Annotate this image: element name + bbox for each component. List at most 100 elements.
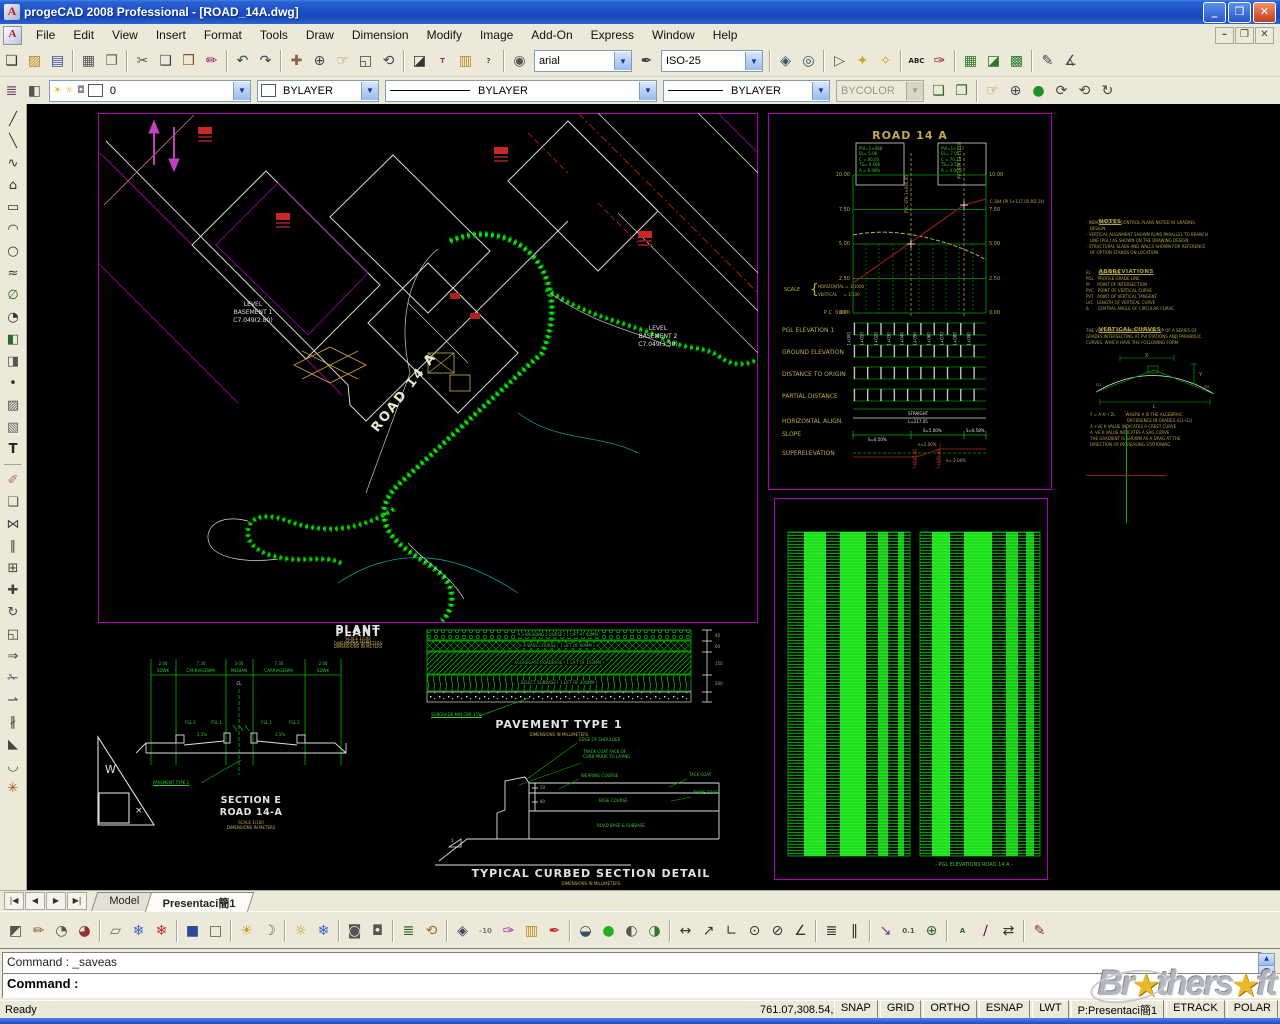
wall-edit-icon[interactable]: ▩ bbox=[1005, 50, 1028, 72]
image-frame-icon[interactable]: ▥ bbox=[520, 920, 543, 942]
copy-object-icon[interactable]: ❏ bbox=[2, 491, 24, 513]
rectangle-icon[interactable]: ▭ bbox=[2, 196, 24, 218]
zoom-previous-icon[interactable]: ⟲ bbox=[377, 50, 400, 72]
tab-presentacion1[interactable]: Presentaci簡1 bbox=[145, 892, 254, 912]
image-attach-icon[interactable]: ◈ bbox=[451, 920, 474, 942]
minimize-button[interactable]: _ bbox=[1203, 2, 1226, 23]
save-icon[interactable]: ▤ bbox=[46, 50, 69, 72]
mirror-icon[interactable]: ⋈ bbox=[2, 513, 24, 535]
erase-icon[interactable]: ✐ bbox=[2, 469, 24, 491]
format-painter-icon[interactable]: ✏ bbox=[200, 50, 223, 72]
menu-item-draw[interactable]: Draw bbox=[297, 25, 343, 45]
menu-item-format[interactable]: Format bbox=[195, 25, 251, 45]
dim-radius-icon[interactable]: ⊙ bbox=[743, 920, 766, 942]
chevron-down-icon[interactable]: ▼ bbox=[361, 82, 378, 100]
pan-realtime-icon[interactable]: ✚ bbox=[285, 50, 308, 72]
line-icon[interactable]: ╱ bbox=[2, 108, 24, 130]
last-tab-button[interactable]: ▶| bbox=[67, 892, 87, 910]
insert-block-icon[interactable]: ◧ bbox=[2, 328, 24, 350]
menu-item-edit[interactable]: Edit bbox=[64, 25, 103, 45]
mult-freeze-icon[interactable]: ❄ bbox=[150, 920, 173, 942]
next-tab-button[interactable]: ▶ bbox=[46, 892, 66, 910]
menu-item-insert[interactable]: Insert bbox=[147, 25, 195, 45]
layer-walk-icon[interactable]: ◕ bbox=[73, 920, 96, 942]
chevron-down-icon[interactable]: ▼ bbox=[812, 82, 829, 100]
copy-nested-icon[interactable]: ◐ bbox=[620, 920, 643, 942]
layer-combo[interactable]: ☀ ☼ ◘ 0 ▼ bbox=[49, 80, 251, 102]
polygon-icon[interactable]: ⌂ bbox=[2, 174, 24, 196]
dim-ordinate-icon[interactable]: ∟ bbox=[720, 920, 743, 942]
make-block-icon[interactable]: ◨ bbox=[2, 350, 24, 372]
command-history[interactable]: Command : _saveas bbox=[2, 952, 1262, 973]
document-icon[interactable]: A bbox=[3, 26, 22, 45]
ray-icon[interactable]: ╲ bbox=[2, 130, 24, 152]
rotate-z-icon[interactable]: ↻ bbox=[1096, 80, 1119, 102]
explode-icon[interactable]: ✳ bbox=[2, 777, 24, 799]
array-icon[interactable]: ⊞ bbox=[2, 557, 24, 579]
image-adjust-icon[interactable]: -10 bbox=[474, 920, 497, 942]
first-tab-button[interactable]: |◀ bbox=[4, 892, 24, 910]
rotate-y-icon[interactable]: ⟲ bbox=[1073, 80, 1096, 102]
redline-icon[interactable]: ✒ bbox=[543, 920, 566, 942]
menu-item-help[interactable]: Help bbox=[704, 25, 747, 45]
light-list-icon[interactable]: ✧ bbox=[874, 50, 897, 72]
measure-icon[interactable]: ∡ bbox=[1059, 50, 1082, 72]
freeze-all-icon[interactable]: ❄ bbox=[312, 920, 335, 942]
arc-icon[interactable]: ◠ bbox=[2, 218, 24, 240]
copy-clip-icon[interactable]: ❑ bbox=[154, 50, 177, 72]
sheet-list-icon[interactable]: ✎ bbox=[1036, 50, 1059, 72]
render-ball-icon[interactable]: ● bbox=[597, 920, 620, 942]
open-sheet-icon[interactable]: ▥ bbox=[454, 50, 477, 72]
lineweight-combo[interactable]: BYLAYER ▼ bbox=[663, 80, 830, 102]
drawing-canvas[interactable]: LEVEL BASEMENT 1 C7.049(2.80) LEVEL BASE… bbox=[27, 104, 1280, 890]
chevron-down-icon[interactable]: ▼ bbox=[639, 82, 656, 100]
text-style-icon[interactable]: ✒ bbox=[635, 50, 658, 72]
spline-icon[interactable]: ≈ bbox=[2, 262, 24, 284]
menu-item-add-on[interactable]: Add-On bbox=[522, 25, 581, 45]
polyline-icon[interactable]: ∿ bbox=[2, 152, 24, 174]
menu-item-express[interactable]: Express bbox=[582, 25, 643, 45]
child-close-button[interactable]: ✕ bbox=[1255, 27, 1274, 44]
zoom-window-icon[interactable]: ◱ bbox=[354, 50, 377, 72]
ellipse-icon[interactable]: ∅ bbox=[2, 284, 24, 306]
status-toggle-ortho[interactable]: ORTHO bbox=[923, 1000, 977, 1020]
print-preview-icon[interactable]: ❐ bbox=[100, 50, 123, 72]
menu-item-image[interactable]: Image bbox=[471, 25, 522, 45]
pan-point-icon[interactable]: ☞ bbox=[331, 50, 354, 72]
dim-diameter-icon[interactable]: ⊘ bbox=[766, 920, 789, 942]
fillet-icon[interactable]: ◡ bbox=[2, 755, 24, 777]
layer-manager-icon[interactable]: ≣ bbox=[0, 80, 23, 102]
zoom-realtime-icon[interactable]: ⊕ bbox=[308, 50, 331, 72]
chevron-down-icon[interactable]: ▼ bbox=[614, 52, 631, 70]
help-icon[interactable]: ? bbox=[477, 50, 500, 72]
dim-update-icon[interactable]: ✎ bbox=[1028, 920, 1051, 942]
light-icon[interactable]: ✦ bbox=[851, 50, 874, 72]
wall-add-icon[interactable]: ◪ bbox=[982, 50, 1005, 72]
export-check-icon[interactable]: ◑ bbox=[643, 920, 666, 942]
dim-linear-icon[interactable]: ↔ bbox=[674, 920, 697, 942]
open-folder-icon[interactable]: ▨ bbox=[23, 50, 46, 72]
dimstyle-combo[interactable]: ISO-25 ▼ bbox=[661, 50, 763, 72]
dim-center-icon[interactable]: ◎ bbox=[797, 50, 820, 72]
layer-off-icon[interactable]: ▱ bbox=[104, 920, 127, 942]
publish-icon[interactable]: ◉ bbox=[508, 50, 531, 72]
text-icon[interactable]: T bbox=[2, 438, 24, 460]
menu-item-tools[interactable]: Tools bbox=[251, 25, 297, 45]
set-layer-current-icon[interactable]: ✏ bbox=[27, 920, 50, 942]
zoom-button-icon[interactable]: ⊕ bbox=[1004, 80, 1027, 102]
chevron-down-icon[interactable]: ▼ bbox=[745, 52, 762, 70]
dim-text-edit-icon[interactable]: A bbox=[951, 920, 974, 942]
dim-continue-icon[interactable]: ‖ bbox=[843, 920, 866, 942]
thaw-all-icon[interactable]: ☼ bbox=[289, 920, 312, 942]
close-button[interactable]: ✕ bbox=[1253, 2, 1276, 23]
find-replace-icon[interactable]: ✑ bbox=[928, 50, 951, 72]
cut-icon[interactable]: ✂ bbox=[131, 50, 154, 72]
color-combo[interactable]: BYLAYER ▼ bbox=[257, 80, 379, 102]
break-icon[interactable]: ∦ bbox=[2, 711, 24, 733]
pan-button-icon[interactable]: ☞ bbox=[981, 80, 1004, 102]
mtext-icon[interactable]: T bbox=[431, 50, 454, 72]
status-toggle-snap[interactable]: SNAP bbox=[834, 1000, 878, 1020]
rotate-object-icon[interactable]: ↻ bbox=[2, 601, 24, 623]
lock-layer-icon[interactable]: ■ bbox=[181, 920, 204, 942]
tolerance-icon[interactable]: 0.1 bbox=[897, 920, 920, 942]
